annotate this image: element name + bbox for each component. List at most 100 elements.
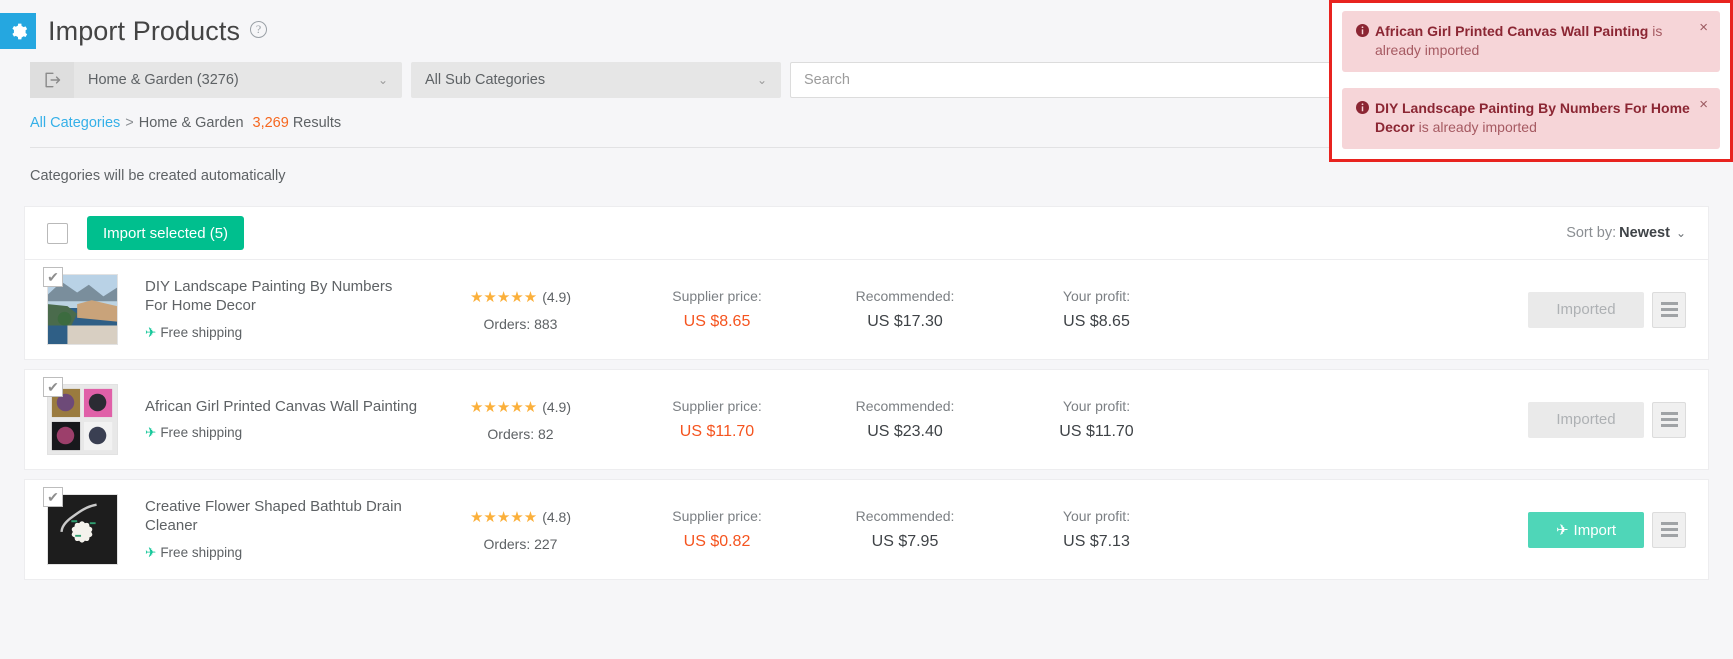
your-profit-value: US $8.65 xyxy=(1063,313,1130,330)
recommended-price-cell: Recommended: US $23.40 xyxy=(811,398,999,441)
supplier-price-value: US $8.65 xyxy=(683,313,751,330)
table-row: ✔ African Girl Printed Canvas Wall Paint… xyxy=(24,369,1709,470)
product-rating-cell: ★★★★★ (4.8) Orders: 227 xyxy=(418,508,623,552)
your-profit-cell: Your profit: US $11.70 xyxy=(999,398,1194,441)
export-icon xyxy=(30,62,74,98)
orders-count: Orders: 883 xyxy=(483,315,558,332)
shipping-info: ✈ Free shipping xyxy=(145,425,418,441)
page-title-text: Import Products xyxy=(48,15,241,46)
select-all-checkbox[interactable] xyxy=(47,222,68,244)
breadcrumb-all-categories[interactable]: All Categories xyxy=(30,115,120,131)
chevron-down-icon: ⌄ xyxy=(377,73,388,87)
supplier-price-label: Supplier price: xyxy=(672,398,762,414)
close-icon[interactable]: × xyxy=(1699,20,1708,35)
plane-icon: ✈ xyxy=(145,425,157,441)
toast-product-name: African Girl Printed Canvas Wall Paintin… xyxy=(1375,23,1649,39)
product-info: African Girl Printed Canvas Wall Paintin… xyxy=(118,398,418,442)
recommended-value: US $7.95 xyxy=(871,533,939,550)
notification-stack: African Girl Printed Canvas Wall Paintin… xyxy=(1329,0,1733,162)
product-list: ✔ DIY Landscape Painting By Numbers For … xyxy=(24,259,1709,580)
toast-notification: African Girl Printed Canvas Wall Paintin… xyxy=(1342,11,1720,72)
row-checkbox[interactable]: ✔ xyxy=(43,377,63,397)
toast-message: African Girl Printed Canvas Wall Paintin… xyxy=(1375,22,1706,60)
star-rating-icon: ★★★★★ xyxy=(469,288,538,306)
breadcrumb-current: Home & Garden xyxy=(138,115,244,131)
supplier-price-label: Supplier price: xyxy=(672,508,762,524)
product-thumbnail-wrap: ✔ xyxy=(43,267,118,345)
sort-by-value: Newest xyxy=(1619,225,1670,241)
shipping-label: Free shipping xyxy=(160,544,243,560)
close-icon[interactable]: × xyxy=(1699,97,1708,112)
product-info: DIY Landscape Painting By Numbers For Ho… xyxy=(118,278,418,341)
recommended-price-cell: Recommended: US $7.95 xyxy=(811,508,999,551)
info-circle-icon xyxy=(1356,22,1369,41)
product-info: Creative Flower Shaped Bathtub Drain Cle… xyxy=(118,498,418,561)
imported-button: Imported xyxy=(1528,291,1644,328)
plane-icon: ✈ xyxy=(1555,521,1569,539)
row-checkbox[interactable]: ✔ xyxy=(43,487,63,507)
star-rating-icon: ★★★★★ xyxy=(469,398,538,416)
import-button[interactable]: ✈ Import xyxy=(1528,511,1644,548)
results-count: 3,269 xyxy=(252,115,289,131)
list-toolbar: Import selected (5) Sort by: Newest ⌄ xyxy=(24,206,1709,259)
toast-rest: is already imported xyxy=(1414,118,1537,135)
star-rating-icon: ★★★★★ xyxy=(469,508,538,526)
product-name[interactable]: African Girl Printed Canvas Wall Paintin… xyxy=(145,398,418,417)
product-thumbnail-wrap: ✔ xyxy=(43,377,118,455)
your-profit-cell: Your profit: US $7.13 xyxy=(999,508,1194,551)
category-select-value: Home & Garden (3276) xyxy=(88,72,239,88)
category-select[interactable]: Home & Garden (3276) ⌄ xyxy=(30,62,402,98)
subcategory-select[interactable]: All Sub Categories ⌄ xyxy=(411,62,781,98)
supplier-price-cell: Supplier price: US $11.70 xyxy=(623,398,811,441)
plane-icon: ✈ xyxy=(145,324,157,340)
imported-button: Imported xyxy=(1528,401,1644,438)
recommended-label: Recommended: xyxy=(855,508,955,524)
product-rating-cell: ★★★★★ (4.9) Orders: 883 xyxy=(418,288,623,332)
help-icon[interactable]: ? xyxy=(250,20,268,38)
recommended-label: Recommended: xyxy=(855,288,955,304)
table-row: ✔ DIY Landscape Painting By Numbers For … xyxy=(24,259,1709,360)
orders-count: Orders: 227 xyxy=(483,535,558,552)
your-profit-cell: Your profit: US $8.65 xyxy=(999,288,1194,331)
plane-icon: ✈ xyxy=(145,544,157,560)
gear-icon[interactable] xyxy=(0,13,36,49)
results-label: Results xyxy=(292,115,342,131)
your-profit-label: Your profit: xyxy=(1062,288,1131,304)
import-products-page: Import Products? Home & Garden (3276) ⌄ … xyxy=(0,0,1733,659)
shipping-info: ✈ Free shipping xyxy=(145,325,418,341)
product-rating-cell: ★★★★★ (4.9) Orders: 82 xyxy=(418,398,623,442)
toast-notification: DIY Landscape Painting By Numbers For Ho… xyxy=(1342,87,1720,149)
product-thumbnail-wrap: ✔ xyxy=(43,487,118,565)
sort-by-label: Sort by: xyxy=(1566,225,1617,241)
rating-value: (4.9) xyxy=(542,288,572,305)
shipping-info: ✈ Free shipping xyxy=(145,545,418,561)
hamburger-icon[interactable] xyxy=(1652,291,1686,328)
recommended-price-cell: Recommended: US $17.30 xyxy=(811,288,999,331)
supplier-price-value: US $0.82 xyxy=(683,533,751,550)
supplier-price-cell: Supplier price: US $8.65 xyxy=(623,288,811,331)
recommended-value: US $17.30 xyxy=(867,313,943,330)
shipping-label: Free shipping xyxy=(160,324,243,340)
subcategory-select-value: All Sub Categories xyxy=(425,72,546,88)
your-profit-label: Your profit: xyxy=(1062,508,1131,524)
page-title: Import Products? xyxy=(48,15,268,47)
table-row: ✔ Creative Flower Shaped Bathtub Drain C… xyxy=(24,479,1709,580)
breadcrumb-separator: > xyxy=(125,115,134,131)
recommended-label: Recommended: xyxy=(855,398,955,414)
row-actions: ✈ Import xyxy=(1528,511,1686,548)
your-profit-value: US $11.70 xyxy=(1059,423,1134,440)
product-name[interactable]: Creative Flower Shaped Bathtub Drain Cle… xyxy=(145,498,418,536)
chevron-down-icon: ⌄ xyxy=(1675,226,1686,240)
import-selected-button[interactable]: Import selected (5) xyxy=(87,216,245,250)
your-profit-label: Your profit: xyxy=(1062,398,1131,414)
row-checkbox[interactable]: ✔ xyxy=(43,267,63,287)
recommended-value: US $23.40 xyxy=(867,423,943,440)
supplier-price-cell: Supplier price: US $0.82 xyxy=(623,508,811,551)
sort-by-dropdown[interactable]: Sort by: Newest ⌄ xyxy=(1566,225,1686,241)
hamburger-icon[interactable] xyxy=(1652,401,1686,438)
supplier-price-label: Supplier price: xyxy=(672,288,762,304)
shipping-label: Free shipping xyxy=(160,425,243,441)
hamburger-icon[interactable] xyxy=(1652,511,1686,548)
rating-value: (4.8) xyxy=(542,508,572,525)
product-name[interactable]: DIY Landscape Painting By Numbers For Ho… xyxy=(145,278,418,316)
